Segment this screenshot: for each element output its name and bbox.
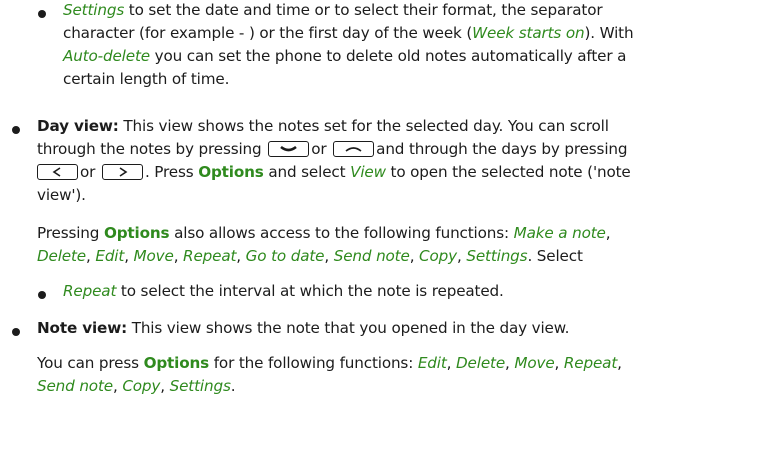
options-keyword-2: Options: [103, 224, 170, 242]
settings-line-4: certain length of time.: [63, 68, 229, 91]
bullet-repeat: [38, 291, 46, 299]
repeat-text: to select the interval at which the note…: [116, 282, 504, 300]
day-view-title: Day view:: [37, 117, 119, 135]
options-keyword-1: Options: [198, 163, 264, 181]
note-view-para-line-1: You can press Options for the following …: [37, 354, 622, 372]
day-view-line-1: Day view: This view shows the notes set …: [37, 115, 609, 138]
bullet-day-view: [12, 126, 20, 134]
settings-term: Settings: [63, 1, 125, 19]
day-view-text-2c: and through the days by pressing: [376, 140, 628, 158]
week-starts-term: Week starts on: [472, 24, 585, 42]
day-view-text-4: view').: [37, 186, 86, 204]
note-fn-repeat: Repeat: [563, 354, 618, 372]
day-view-line-2: through the notes by pressing or and thr…: [37, 138, 628, 161]
note-view-text-1: This view shows the note that you opened…: [127, 319, 570, 337]
settings-line-3: Auto-delete you can set the phone to del…: [63, 45, 626, 68]
repeat-term: Repeat: [63, 282, 117, 300]
scroll-up-key-icon: [333, 141, 375, 157]
settings-text-1: to set the date and time or to select th…: [124, 1, 603, 19]
note-para-b: for the following functions:: [209, 354, 418, 372]
left-arrow-key-icon: [37, 164, 78, 180]
note-view-title: Note view:: [37, 319, 128, 337]
day-view-line-4: view').: [37, 184, 86, 207]
day-view-text-3c: and select: [263, 163, 351, 181]
manual-page: Settings to set the date and time or to …: [0, 0, 761, 450]
right-arrow-key-icon: [101, 164, 143, 180]
settings-line-2: character (for example - ) or the first …: [63, 22, 634, 45]
note-view-line-1: Note view: This view shows the note that…: [37, 317, 569, 340]
day-para-a: Pressing: [37, 224, 104, 242]
settings-text-2b: ). With: [584, 24, 634, 42]
note-end: .: [230, 377, 236, 395]
fn-delete: Delete: [37, 247, 87, 265]
note-fn-send-note: Send note: [37, 377, 113, 395]
note-fn-copy: Copy: [122, 377, 161, 395]
note-fn-edit: Edit: [417, 354, 447, 372]
repeat-line: Repeat to select the interval at which t…: [63, 280, 504, 303]
settings-text-2a: character (for example - ) or the first …: [63, 24, 473, 42]
bullet-settings: [38, 10, 46, 18]
fn-send-note: Send note: [333, 247, 410, 265]
day-view-para-line-1: Pressing Options also allows access to t…: [37, 224, 611, 242]
settings-text-3: you can set the phone to delete old note…: [149, 47, 627, 65]
day-view-text-2a: through the notes by pressing: [37, 140, 262, 158]
scroll-down-key-icon: [268, 141, 310, 157]
fn-repeat: Repeat: [183, 247, 237, 265]
day-view-para-line-2: Delete, Edit, Move, Repeat, Go to date, …: [37, 247, 583, 265]
bullet-note-view: [12, 328, 20, 336]
day-view-text-3b: . Press: [144, 163, 199, 181]
fn-copy: Copy: [419, 247, 457, 265]
day-view-line-3: or . Press Options and select View to op…: [37, 161, 631, 184]
view-term: View: [350, 163, 386, 181]
note-fn-delete: Delete: [456, 354, 506, 372]
note-para-a: You can press: [37, 354, 144, 372]
note-fn-settings: Settings: [169, 377, 231, 395]
settings-line-1: Settings to set the date and time or to …: [63, 0, 603, 22]
day-view-text-3d: to open the selected note ('note: [385, 163, 631, 181]
settings-text-4: certain length of time.: [63, 70, 230, 88]
note-view-para-line-2: Send note, Copy, Settings.: [37, 377, 236, 395]
fn-make-a-note: Make a note: [513, 224, 606, 242]
fn-go-to-date: Go to date: [245, 247, 325, 265]
options-keyword-3: Options: [143, 354, 210, 372]
day-view-text-2b: or: [311, 140, 327, 158]
day-view-text-1: This view shows the notes set for the se…: [118, 117, 609, 135]
note-fn-move: Move: [514, 354, 555, 372]
fn-move: Move: [133, 247, 174, 265]
select-text: . Select: [527, 247, 583, 265]
day-para-b: also allows access to the following func…: [169, 224, 514, 242]
fn-edit: Edit: [95, 247, 125, 265]
day-view-text-3a: or: [80, 163, 96, 181]
fn-settings: Settings: [466, 247, 528, 265]
auto-delete-term: Auto-delete: [63, 47, 150, 65]
